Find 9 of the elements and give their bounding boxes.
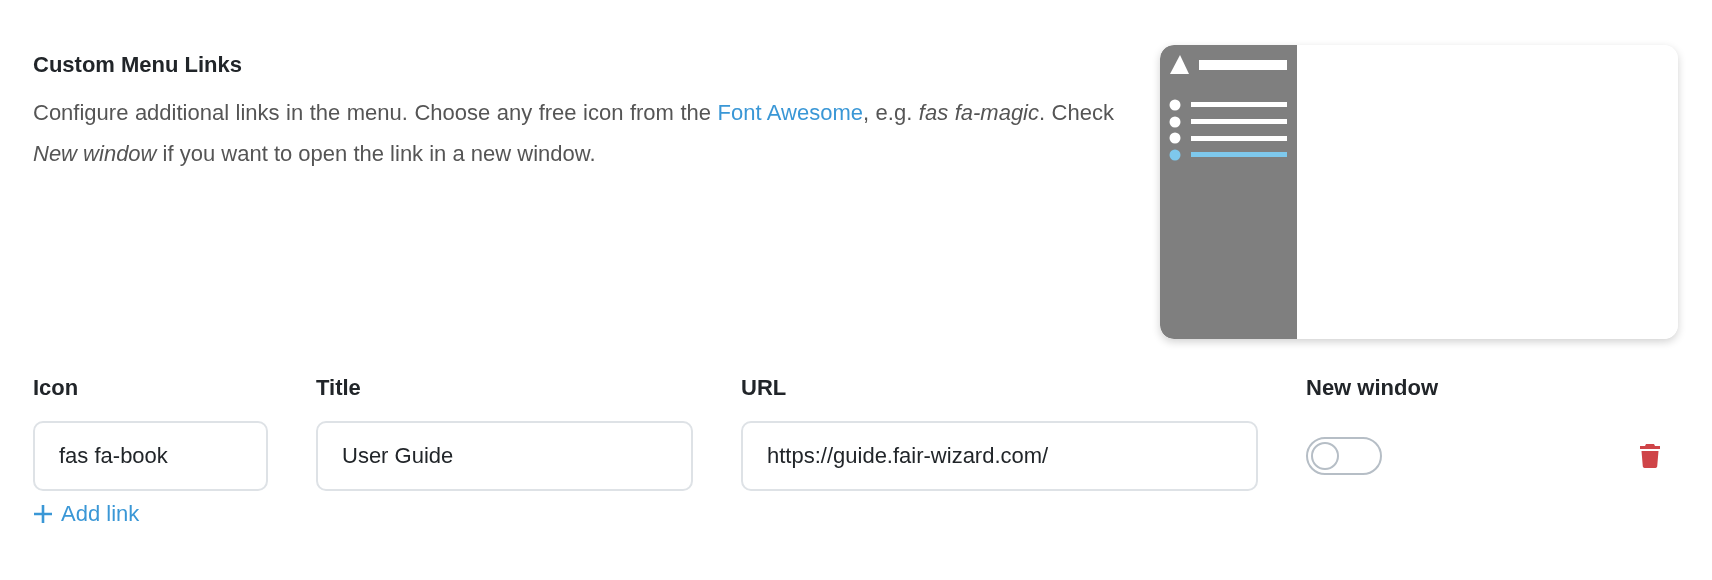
column-label: URL	[741, 375, 788, 401]
description-text: Configure additional links in the menu. Choose any free icon from the Font Awesome, e.g. fas fa-magic. Check New window if you want to open the link in a new window.	[33, 99, 1114, 168]
title-input[interactable]: User Guide	[316, 421, 693, 491]
column-label: New window	[1306, 375, 1439, 401]
column-label: Icon	[33, 375, 80, 401]
column-label: Title	[316, 375, 362, 401]
icon-input[interactable]: fas fa-book	[33, 421, 268, 491]
section-title: Custom Menu Links	[33, 52, 243, 78]
url-input[interactable]: https://guide.fair-wizard.com/	[741, 421, 1258, 491]
